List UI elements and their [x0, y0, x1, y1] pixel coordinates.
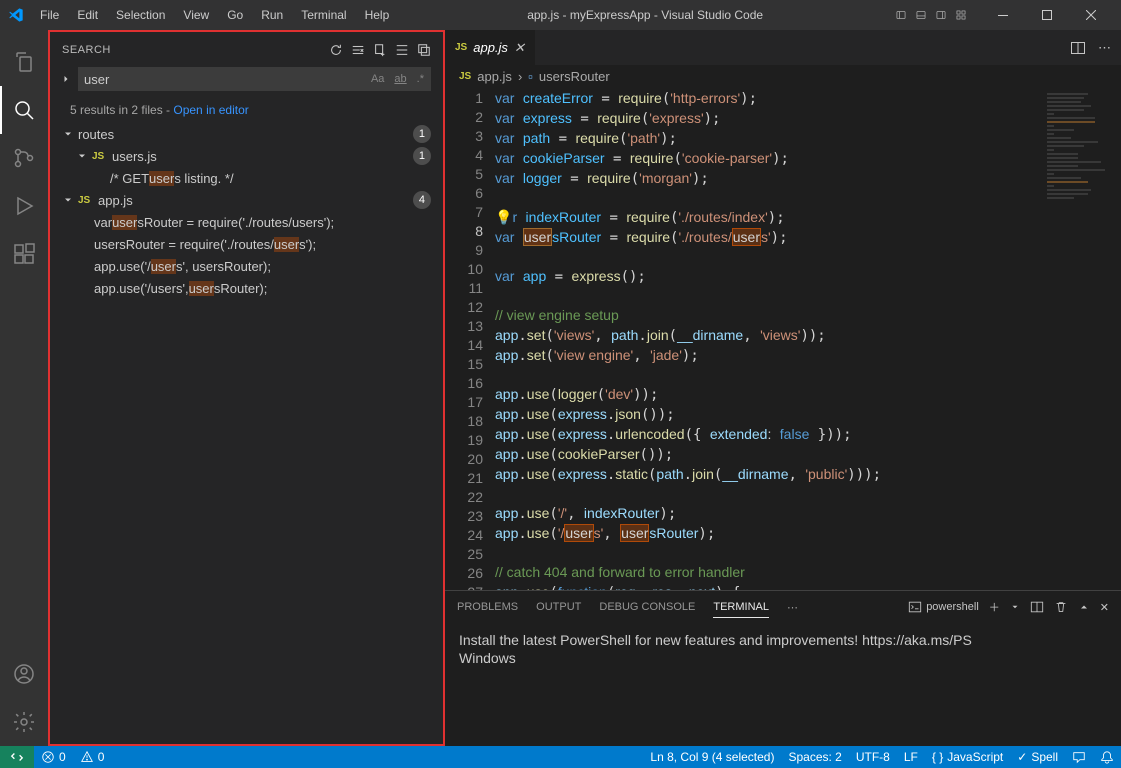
status-language[interactable]: { }JavaScript	[925, 746, 1010, 768]
source-control-icon[interactable]	[0, 134, 48, 182]
window-title: app.js - myExpressApp - Visual Studio Co…	[397, 8, 893, 22]
sidebar-title: SEARCH	[62, 44, 329, 56]
menu-selection[interactable]: Selection	[108, 4, 173, 26]
open-in-editor-link[interactable]: Open in editor	[173, 103, 248, 117]
status-cursor[interactable]: Ln 8, Col 9 (4 selected)	[643, 746, 781, 768]
terminal-dropdown-icon[interactable]	[1010, 598, 1020, 616]
window-controls	[981, 0, 1113, 30]
maximize-panel-icon[interactable]	[1078, 597, 1090, 617]
status-bar: 0 0 Ln 8, Col 9 (4 selected) Spaces: 2 U…	[0, 746, 1121, 768]
extensions-icon[interactable]	[0, 230, 48, 278]
layout-controls	[893, 7, 969, 23]
explorer-icon[interactable]	[0, 38, 48, 86]
new-search-editor-icon[interactable]	[373, 43, 387, 57]
match-row[interactable]: var usersRouter = require('./routes/user…	[58, 211, 435, 233]
toggle-bottom-panel-icon[interactable]	[913, 7, 929, 23]
menubar: File Edit Selection View Go Run Terminal…	[32, 4, 397, 26]
panel-tab-debug[interactable]: DEBUG CONSOLE	[599, 597, 695, 617]
match-row[interactable]: usersRouter = require('./routes/users');	[58, 233, 435, 255]
terminal-output[interactable]: Install the latest PowerShell for new fe…	[445, 623, 1121, 746]
toggle-left-panel-icon[interactable]	[893, 7, 909, 23]
status-eol[interactable]: LF	[897, 746, 925, 768]
remote-indicator[interactable]	[0, 746, 34, 768]
status-spaces[interactable]: Spaces: 2	[781, 746, 848, 768]
customize-layout-icon[interactable]	[953, 7, 969, 23]
regex-toggle[interactable]: .*	[414, 71, 427, 87]
split-editor-icon[interactable]	[1070, 40, 1086, 56]
symbol-icon: ▫	[528, 69, 533, 84]
editor-group: JS app.js ✕ ⋯ JS app.js › ▫ usersRouter …	[445, 30, 1121, 746]
menu-help[interactable]: Help	[357, 4, 398, 26]
refresh-icon[interactable]	[329, 43, 343, 57]
titlebar: File Edit Selection View Go Run Terminal…	[0, 0, 1121, 30]
new-terminal-icon[interactable]: ＋	[989, 595, 1000, 619]
editor-tabs: JS app.js ✕ ⋯	[445, 30, 1121, 65]
toggle-replace-chevron-icon[interactable]	[58, 73, 74, 85]
status-spell[interactable]: ✓Spell	[1010, 746, 1065, 768]
folder-routes[interactable]: routes 1	[58, 123, 435, 145]
toggle-right-panel-icon[interactable]	[933, 7, 949, 23]
split-terminal-icon[interactable]	[1030, 596, 1044, 618]
results-tree: routes 1 JS users.js 1 /* GET users list…	[50, 123, 443, 299]
menu-run[interactable]: Run	[253, 4, 291, 26]
menu-edit[interactable]: Edit	[69, 4, 106, 26]
breadcrumbs[interactable]: JS app.js › ▫ usersRouter	[445, 65, 1121, 87]
match-row[interactable]: app.use('/users', usersRouter);	[58, 277, 435, 299]
close-button[interactable]	[1069, 0, 1113, 30]
js-file-icon: JS	[459, 71, 471, 82]
match-row[interactable]: /* GET users listing. */	[58, 167, 435, 189]
line-number-gutter: 1234567891011121314151617181920212223242…	[445, 87, 495, 590]
panel-tab-terminal[interactable]: TERMINAL	[713, 597, 769, 618]
status-encoding[interactable]: UTF-8	[849, 746, 897, 768]
search-icon[interactable]	[0, 86, 48, 134]
run-debug-icon[interactable]	[0, 182, 48, 230]
file-app-js[interactable]: JS app.js 4	[58, 189, 435, 211]
status-feedback-icon[interactable]	[1065, 746, 1093, 768]
js-file-icon: JS	[455, 42, 467, 53]
search-sidebar: SEARCH Aa ab .* 5 results in 2 files	[48, 30, 445, 746]
maximize-button[interactable]	[1025, 0, 1069, 30]
menu-view[interactable]: View	[175, 4, 217, 26]
clear-results-icon[interactable]	[351, 43, 365, 57]
whole-word-toggle[interactable]: ab	[391, 71, 409, 87]
status-notifications-icon[interactable]	[1093, 746, 1121, 768]
match-case-toggle[interactable]: Aa	[368, 71, 387, 87]
menu-terminal[interactable]: Terminal	[293, 4, 354, 26]
vscode-logo-icon	[8, 7, 24, 23]
match-row[interactable]: app.use('/users', usersRouter);	[58, 255, 435, 277]
terminal-shell-label[interactable]: powershell	[908, 593, 979, 621]
status-errors[interactable]: 0	[34, 746, 73, 768]
menu-file[interactable]: File	[32, 4, 67, 26]
panel-more-icon[interactable]: ⋯	[787, 597, 798, 618]
panel-tab-problems[interactable]: PROBLEMS	[457, 597, 518, 617]
menu-go[interactable]: Go	[219, 4, 251, 26]
kill-terminal-icon[interactable]	[1054, 596, 1068, 618]
settings-gear-icon[interactable]	[0, 698, 48, 746]
activity-bar	[0, 30, 48, 746]
code-editor[interactable]: var createError = require('http-errors')…	[495, 87, 1041, 590]
collapse-all-icon[interactable]	[417, 43, 431, 57]
tab-app-js[interactable]: JS app.js ✕	[445, 30, 536, 65]
accounts-icon[interactable]	[0, 650, 48, 698]
minimize-button[interactable]	[981, 0, 1025, 30]
panel-tab-output[interactable]: OUTPUT	[536, 597, 581, 617]
tab-label: app.js	[473, 40, 508, 55]
file-users-js[interactable]: JS users.js 1	[58, 145, 435, 167]
status-warnings[interactable]: 0	[73, 746, 112, 768]
view-as-tree-icon[interactable]	[395, 43, 409, 57]
minimap[interactable]	[1041, 87, 1121, 590]
close-tab-icon[interactable]: ✕	[514, 40, 525, 56]
close-panel-icon[interactable]: ✕	[1100, 597, 1109, 618]
more-actions-icon[interactable]: ⋯	[1098, 40, 1111, 56]
bottom-panel: PROBLEMS OUTPUT DEBUG CONSOLE TERMINAL ⋯…	[445, 590, 1121, 746]
results-summary: 5 results in 2 files - Open in editor	[50, 97, 443, 123]
